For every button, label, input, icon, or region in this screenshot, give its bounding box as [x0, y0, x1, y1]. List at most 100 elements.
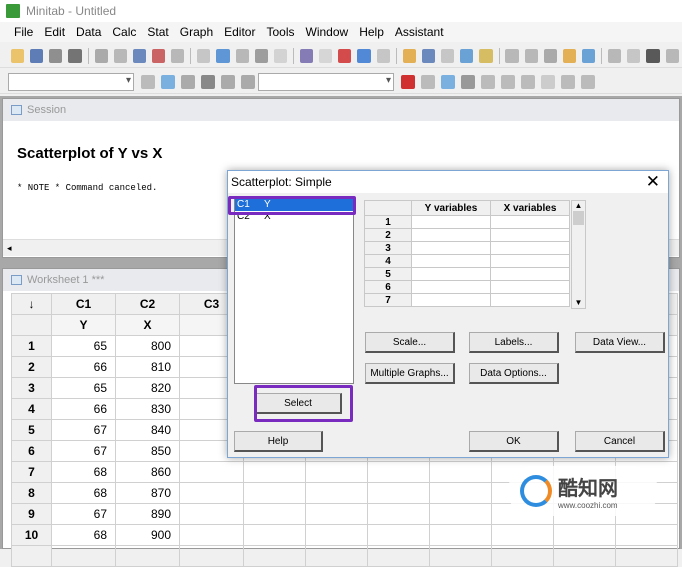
- data-cell[interactable]: 67: [51, 419, 116, 441]
- annotation-tool-icon[interactable]: [541, 74, 555, 89]
- data-cell[interactable]: [243, 482, 306, 504]
- data-cell[interactable]: [367, 461, 430, 483]
- toolbar-tool-icon[interactable]: [319, 48, 333, 63]
- toolbar-tool-icon[interactable]: [113, 48, 127, 63]
- toolbar-tool-icon[interactable]: [441, 48, 455, 63]
- toolbar-tool-icon[interactable]: [582, 48, 596, 63]
- help-button[interactable]: Help: [234, 431, 323, 452]
- data-cell[interactable]: [305, 461, 368, 483]
- toolbar-tool-icon[interactable]: [300, 48, 314, 63]
- data-cell[interactable]: [179, 461, 244, 483]
- x-variable-cell[interactable]: [490, 280, 570, 294]
- toolbar-tool-icon[interactable]: [646, 48, 660, 63]
- data-cell[interactable]: [615, 524, 678, 546]
- graph-tool-icon[interactable]: [201, 74, 215, 89]
- variables-table[interactable]: Y variables X variables 1 2 3 4 5 6 7: [364, 200, 570, 307]
- menu-file[interactable]: File: [14, 25, 33, 39]
- ok-button[interactable]: OK: [469, 431, 559, 452]
- y-variable-cell[interactable]: [411, 280, 491, 294]
- data-cell[interactable]: 65: [51, 335, 116, 357]
- toolbar-tool-icon[interactable]: [460, 48, 474, 63]
- data-cell[interactable]: 67: [51, 503, 116, 525]
- data-cell[interactable]: [179, 524, 244, 546]
- data-cell[interactable]: 68: [51, 482, 116, 504]
- row-number[interactable]: 5: [11, 419, 52, 441]
- menu-calc[interactable]: Calc: [112, 25, 136, 39]
- menu-tools[interactable]: Tools: [266, 25, 294, 39]
- data-cell[interactable]: 840: [115, 419, 180, 441]
- scale-button[interactable]: Scale...: [365, 332, 455, 353]
- toolbar-tool-icon[interactable]: [479, 48, 493, 63]
- x-variable-cell[interactable]: [490, 228, 570, 242]
- data-cell[interactable]: [305, 524, 368, 546]
- close-icon[interactable]: ✕: [646, 172, 660, 192]
- data-cell[interactable]: 66: [51, 398, 116, 420]
- toolbar-tool-icon[interactable]: [338, 48, 352, 63]
- menu-assistant[interactable]: Assistant: [395, 25, 444, 39]
- data-cell[interactable]: 900: [115, 524, 180, 546]
- toolbar-tool-icon[interactable]: [216, 48, 230, 63]
- row-number[interactable]: 1: [11, 335, 52, 357]
- annotation-tool-icon[interactable]: [441, 74, 455, 89]
- data-cell[interactable]: 65: [51, 377, 116, 399]
- column-header[interactable]: C1: [51, 293, 116, 315]
- data-cell[interactable]: [243, 524, 306, 546]
- data-cell[interactable]: 800: [115, 335, 180, 357]
- row-number[interactable]: 10: [11, 524, 52, 546]
- data-cell[interactable]: 810: [115, 356, 180, 378]
- data-cell[interactable]: [367, 503, 430, 525]
- toolbar-tool-icon[interactable]: [152, 48, 166, 63]
- x-variable-cell[interactable]: [490, 215, 570, 229]
- data-cell[interactable]: [553, 524, 616, 546]
- y-variable-cell[interactable]: [411, 293, 491, 307]
- toolbar-tool-icon[interactable]: [11, 48, 25, 63]
- x-variable-cell[interactable]: [490, 241, 570, 255]
- table-vertical-scrollbar[interactable]: ▲ ▼: [571, 200, 586, 309]
- corner-cell[interactable]: ↓: [11, 293, 52, 315]
- row-number[interactable]: 6: [11, 440, 52, 462]
- toolbar-tool-icon[interactable]: [357, 48, 371, 63]
- graph-tool-icon[interactable]: [141, 74, 155, 89]
- data-cell[interactable]: 67: [51, 440, 116, 462]
- data-cell[interactable]: 68: [51, 524, 116, 546]
- data-cell[interactable]: 830: [115, 398, 180, 420]
- menu-help[interactable]: Help: [359, 25, 384, 39]
- row-number[interactable]: 2: [11, 356, 52, 378]
- annotation-tool-icon[interactable]: [481, 74, 495, 89]
- toolbar-tool-icon[interactable]: [94, 48, 108, 63]
- data-cell[interactable]: [429, 482, 492, 504]
- row-number[interactable]: 7: [11, 461, 52, 483]
- data-cell[interactable]: 66: [51, 356, 116, 378]
- data-options-button[interactable]: Data Options...: [469, 363, 559, 384]
- toolbar-tool-icon[interactable]: [524, 48, 538, 63]
- toolbar-tool-icon[interactable]: [132, 48, 147, 63]
- data-cell[interactable]: 890: [115, 503, 180, 525]
- data-cell[interactable]: [429, 503, 492, 525]
- toolbar-combo-1[interactable]: [8, 72, 134, 91]
- toolbar-tool-icon[interactable]: [376, 48, 390, 63]
- annotation-tool-icon[interactable]: [501, 74, 515, 89]
- data-cell[interactable]: [243, 461, 306, 483]
- y-variable-cell[interactable]: [411, 267, 491, 281]
- data-cell[interactable]: 870: [115, 482, 180, 504]
- toolbar-tool-icon[interactable]: [421, 48, 436, 63]
- annotation-tool-icon[interactable]: [461, 74, 475, 89]
- toolbar-tool-icon[interactable]: [171, 48, 185, 63]
- row-number[interactable]: 4: [11, 398, 52, 420]
- toolbar-tool-icon[interactable]: [402, 48, 416, 63]
- multiple-graphs-button[interactable]: Multiple Graphs...: [365, 363, 455, 384]
- graph-tool-icon[interactable]: [241, 74, 255, 89]
- data-cell[interactable]: [179, 482, 244, 504]
- data-cell[interactable]: [429, 461, 492, 483]
- toolbar-tool-icon[interactable]: [235, 48, 249, 63]
- row-number[interactable]: 8: [11, 482, 52, 504]
- data-cell[interactable]: 860: [115, 461, 180, 483]
- toolbar-tool-icon[interactable]: [627, 48, 641, 63]
- y-variable-cell[interactable]: [411, 254, 491, 268]
- toolbar-tool-icon[interactable]: [30, 48, 44, 63]
- graph-tool-icon[interactable]: [181, 74, 195, 89]
- graph-tool-icon[interactable]: [161, 74, 175, 89]
- data-cell[interactable]: 68: [51, 461, 116, 483]
- menu-data[interactable]: Data: [76, 25, 101, 39]
- menu-stat[interactable]: Stat: [147, 25, 168, 39]
